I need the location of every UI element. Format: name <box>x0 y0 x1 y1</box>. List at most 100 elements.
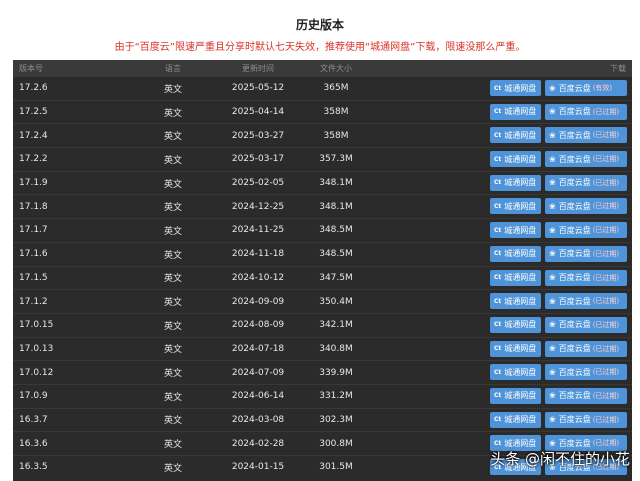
ctfile-download-button[interactable]: Ct 城通网盘 <box>490 80 541 96</box>
ctfile-download-button[interactable]: Ct 城通网盘 <box>490 127 541 144</box>
ctfile-download-button[interactable]: Ct 城通网盘 <box>490 269 541 286</box>
ctfile-icon: Ct <box>494 274 502 281</box>
baidu-label: 百度云盘 <box>558 344 591 354</box>
table-row: 17.0.13 英文 2024-07-18 340.8M Ct 城通网盘 ❀ 百度云盘 (已过期… <box>13 336 632 361</box>
table-row: 17.2.5 英文 2025-04-14 358M Ct 城通网盘 ❀ 百度云盘 (已过期) <box>13 99 632 124</box>
cell-size: 358M <box>323 130 349 141</box>
cell-date: 2024-12-25 <box>231 201 285 212</box>
baidu-download-button[interactable]: ❀ 百度云盘 (已过期) <box>545 245 627 262</box>
cell-language: 英文 <box>163 132 182 143</box>
baidu-download-button[interactable]: ❀ 百度云盘 (已过期) <box>545 316 627 333</box>
cell-size: 342.1M <box>319 320 353 331</box>
cell-date: 2025-03-27 <box>231 130 285 141</box>
cell-version: 17.0.12 <box>19 367 54 378</box>
ctfile-label: 城通网盘 <box>504 107 537 117</box>
header-version: 版本号 <box>19 63 43 73</box>
cell-size: 348.5M <box>319 225 353 236</box>
cell-version: 17.0.9 <box>19 391 48 402</box>
baidu-paw-icon: ❀ <box>549 273 556 282</box>
header-size: 文件大小 <box>320 63 352 73</box>
ctfile-download-button[interactable]: Ct 城通网盘 <box>490 411 541 428</box>
ctfile-icon: Ct <box>494 179 502 187</box>
ctfile-label: 城通网盘 <box>504 391 537 401</box>
baidu-label: 百度云盘 <box>558 320 591 330</box>
cell-size: 340.8M <box>319 343 353 354</box>
cell-date: 2024-10-12 <box>231 272 285 283</box>
baidu-paw-icon: ❀ <box>549 83 556 93</box>
baidu-label: 百度云盘 <box>558 154 591 164</box>
ctfile-label: 城通网盘 <box>504 201 537 211</box>
cell-language: 英文 <box>163 440 182 451</box>
ctfile-icon: Ct <box>494 439 502 447</box>
cell-date: 2024-01-15 <box>231 462 285 473</box>
baidu-paw-icon: ❀ <box>549 130 556 140</box>
ctfile-icon: Ct <box>494 155 502 163</box>
cell-date: 2025-03-17 <box>231 154 285 165</box>
link-status: (已过期) <box>592 344 620 353</box>
ctfile-label: 城通网盘 <box>504 154 537 164</box>
cell-version: 17.2.5 <box>19 107 48 118</box>
baidu-download-button[interactable]: ❀ 百度云盘 (已过期) <box>545 174 627 191</box>
link-status: (已过期) <box>592 131 620 140</box>
cell-language: 英文 <box>163 298 182 309</box>
baidu-download-button[interactable]: ❀ 百度云盘 (已过期) <box>545 222 627 239</box>
baidu-download-button[interactable]: ❀ 百度云盘 (已过期) <box>545 411 627 428</box>
ctfile-download-button[interactable]: Ct 城通网盘 <box>490 198 541 215</box>
cell-version: 17.0.15 <box>19 320 54 331</box>
baidu-label: 百度云盘 <box>558 225 591 235</box>
cell-size: 350.4M <box>319 296 353 307</box>
table-row: 17.1.8 英文 2024-12-25 348.1M Ct 城通网盘 ❀ 百度云盘 (已过期) <box>13 194 632 218</box>
ctfile-download-button[interactable]: Ct 城通网盘 <box>490 293 541 310</box>
baidu-download-button[interactable]: ❀ 百度云盘 (已过期) <box>545 198 627 215</box>
baidu-download-button[interactable]: ❀ 百度云盘 (有效) <box>545 80 627 96</box>
header-language: 语言 <box>165 63 181 73</box>
baidu-paw-icon: ❀ <box>549 225 556 235</box>
watermark-text: 头条 @闲不住的小花 <box>490 450 630 468</box>
baidu-download-button[interactable]: ❀ 百度云盘 (已过期) <box>545 293 627 310</box>
ctfile-download-button[interactable]: Ct 城通网盘 <box>490 174 541 191</box>
baidu-download-button[interactable]: ❀ 百度云盘 (已过期) <box>545 364 627 381</box>
ctfile-download-button[interactable]: Ct 城通网盘 <box>490 103 541 120</box>
cell-version: 16.3.7 <box>19 414 48 425</box>
baidu-label: 百度云盘 <box>558 296 591 306</box>
baidu-download-button[interactable]: ❀ 百度云盘 (已过期) <box>545 103 627 120</box>
table-row: 17.2.6 英文 2025-05-12 365M Ct 城通网盘 ❀ 百度云盘 (有效) <box>13 76 632 100</box>
link-status: (已过期) <box>592 202 620 211</box>
baidu-paw-icon: ❀ <box>549 107 556 117</box>
ctfile-label: 城通网盘 <box>504 273 537 282</box>
baidu-download-button[interactable]: ❀ 百度云盘 (已过期) <box>545 151 627 168</box>
baidu-label: 百度云盘 <box>558 249 591 259</box>
baidu-download-button[interactable]: ❀ 百度云盘 (已过期) <box>545 387 627 404</box>
baidu-download-button[interactable]: ❀ 百度云盘 (已过期) <box>545 127 627 144</box>
table-row: 17.1.9 英文 2025-02-05 348.1M Ct 城通网盘 ❀ 百度云盘 (已过期) <box>13 170 632 195</box>
table-row: 17.2.4 英文 2025-03-27 358M Ct 城通网盘 ❀ 百度云盘 (已过期) <box>13 123 632 147</box>
ctfile-icon: Ct <box>494 226 502 234</box>
ctfile-download-button[interactable]: Ct 城通网盘 <box>490 151 541 168</box>
ctfile-download-button[interactable]: Ct 城通网盘 <box>490 387 541 404</box>
cell-size: 357.3M <box>319 154 353 165</box>
ctfile-label: 城通网盘 <box>504 178 537 188</box>
baidu-download-button[interactable]: ❀ 百度云盘 (已过期) <box>545 340 627 357</box>
cell-date: 2025-05-12 <box>231 83 285 94</box>
cell-size: 339.9M <box>319 367 353 378</box>
cell-language: 英文 <box>163 345 182 356</box>
ctfile-download-button[interactable]: Ct 城通网盘 <box>490 340 541 357</box>
header-download: 下载 <box>610 63 626 73</box>
cell-language: 英文 <box>163 463 182 474</box>
table-body: 17.2.6 英文 2025-05-12 365M Ct 城通网盘 ❀ 百度云盘 (有效) 17.… <box>13 76 632 479</box>
baidu-download-button[interactable]: ❀ 百度云盘 (已过期) <box>545 269 627 286</box>
cell-date: 2025-02-05 <box>231 178 285 189</box>
cell-language: 英文 <box>163 155 182 166</box>
cell-language: 英文 <box>163 84 182 95</box>
ctfile-download-button[interactable]: Ct 城通网盘 <box>490 245 541 262</box>
ctfile-icon: Ct <box>494 108 502 116</box>
table-row: 17.1.7 英文 2024-11-25 348.5M Ct 城通网盘 ❀ 百度云盘 (已过期) <box>13 218 632 242</box>
cell-size: 358M <box>323 107 349 118</box>
ctfile-download-button[interactable]: Ct 城通网盘 <box>490 364 541 381</box>
ctfile-download-button[interactable]: Ct 城通网盘 <box>490 222 541 239</box>
cell-size: 301.5M <box>319 462 353 473</box>
cell-version: 17.1.6 <box>19 249 48 260</box>
ctfile-download-button[interactable]: Ct 城通网盘 <box>490 316 541 333</box>
baidu-paw-icon: ❀ <box>549 415 556 425</box>
baidu-paw-icon: ❀ <box>549 320 556 330</box>
